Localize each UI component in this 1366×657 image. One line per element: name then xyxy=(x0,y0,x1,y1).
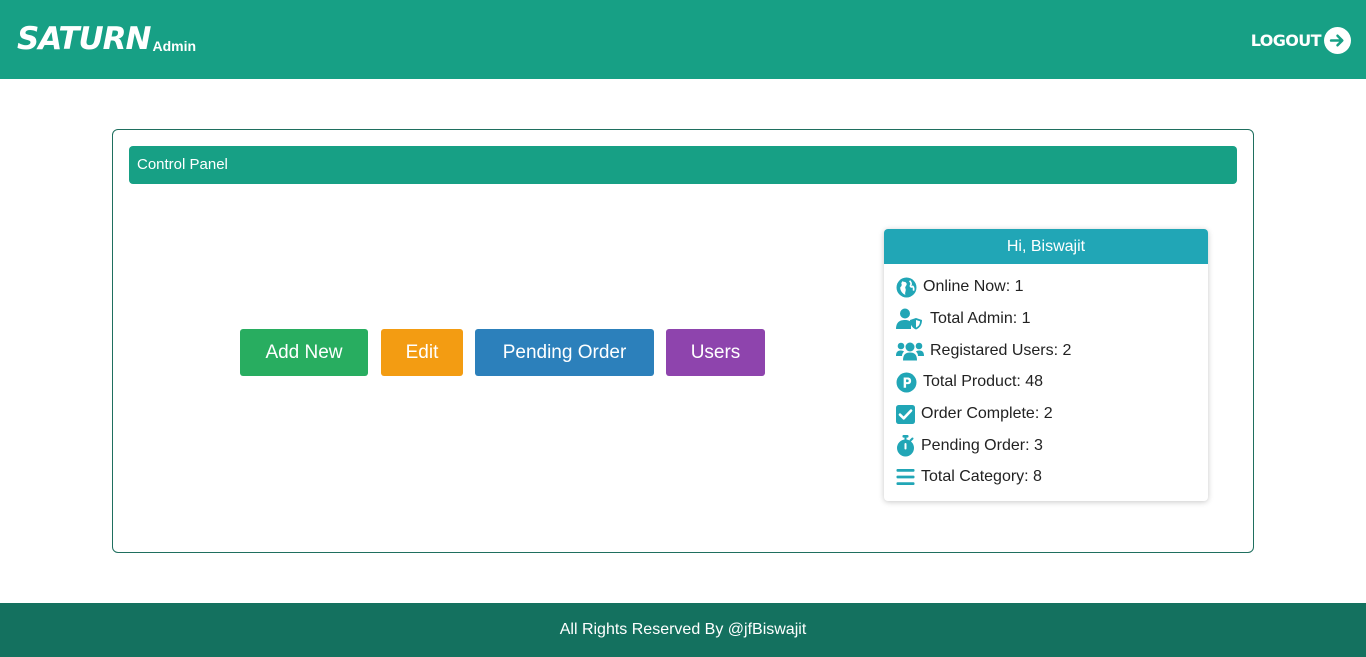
logout-button[interactable]: LOGOUT xyxy=(1251,27,1351,54)
stat-online-now: Online Now: 1 xyxy=(896,275,1024,299)
brand-name: SATURN xyxy=(17,21,151,57)
user-shield-icon xyxy=(896,308,924,330)
summary-card: Hi, Biswajit Online Now: 1 Total Admin: … xyxy=(884,229,1208,501)
stat-order-complete: Order Complete: 2 xyxy=(896,402,1053,426)
stat-label: Online Now: 1 xyxy=(923,278,1024,295)
stat-total-category: Total Category: 8 xyxy=(896,465,1042,489)
globe-icon xyxy=(896,277,917,298)
users-icon xyxy=(896,341,924,361)
stat-label: Total Admin: 1 xyxy=(930,310,1031,327)
stat-pending-order: Pending Order: 3 xyxy=(896,434,1043,458)
stat-label: Pending Order: 3 xyxy=(921,437,1043,454)
users-button[interactable]: Users xyxy=(666,329,765,376)
stat-label: Registared Users: 2 xyxy=(930,342,1072,359)
arrow-right-circle-icon xyxy=(1324,27,1351,54)
brand-subtitle: Admin xyxy=(152,38,197,54)
edit-button[interactable]: Edit xyxy=(381,329,463,376)
bars-icon xyxy=(896,468,915,486)
stat-registered-users: Registared Users: 2 xyxy=(896,339,1071,363)
greeting-header: Hi, Biswajit xyxy=(884,229,1208,264)
pending-order-button[interactable]: Pending Order xyxy=(475,329,654,376)
brand-logo[interactable]: SATURN Admin xyxy=(17,20,196,58)
top-navbar: SATURN Admin LOGOUT xyxy=(0,0,1366,79)
stat-total-admin: Total Admin: 1 xyxy=(896,307,1031,331)
stat-label: Order Complete: 2 xyxy=(921,405,1053,422)
footer-text: All Rights Reserved By @jfBiswajit xyxy=(559,621,807,638)
stat-total-product: Total Product: 48 xyxy=(896,370,1043,394)
logout-label: LOGOUT xyxy=(1250,31,1322,50)
control-panel: Control Panel Add New Edit Pending Order… xyxy=(112,129,1254,553)
footer: All Rights Reserved By @jfBiswajit xyxy=(0,603,1366,657)
panel-title: Control Panel xyxy=(129,146,1237,184)
stat-label: Total Product: 48 xyxy=(923,373,1044,390)
stopwatch-icon xyxy=(896,435,915,457)
product-p-icon xyxy=(896,372,917,393)
add-new-button[interactable]: Add New xyxy=(240,329,368,376)
stat-label: Total Category: 8 xyxy=(921,468,1042,485)
check-square-icon xyxy=(896,404,915,424)
